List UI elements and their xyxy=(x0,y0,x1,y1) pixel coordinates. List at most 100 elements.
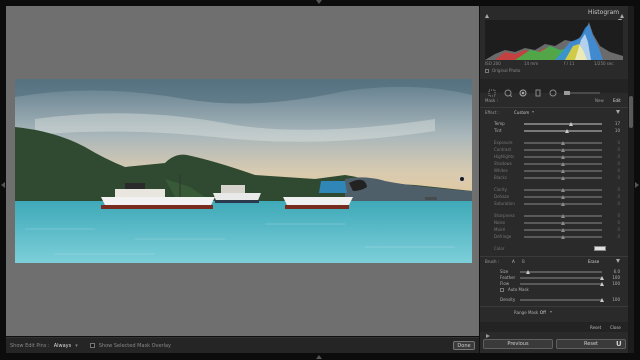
slider-knob[interactable] xyxy=(568,122,573,126)
panel-close-button[interactable]: Close xyxy=(610,325,621,330)
show-edit-pins-select[interactable]: Always xyxy=(54,343,72,349)
slider-knob[interactable] xyxy=(561,221,565,225)
panel-footer xyxy=(480,322,628,332)
slider-knob[interactable] xyxy=(561,188,565,192)
slider-label: Moiré xyxy=(494,227,506,232)
range-mask-label: Range Mask : xyxy=(514,310,541,315)
bottom-panel-toggle[interactable] xyxy=(0,353,640,360)
right-panel-toggle[interactable] xyxy=(634,6,640,353)
slider-knob[interactable] xyxy=(561,169,565,173)
slider-label: Noise xyxy=(494,220,506,225)
boats-bay-photo xyxy=(15,79,472,263)
spot-removal-icon[interactable] xyxy=(504,82,513,98)
pin-toggle-icon[interactable] xyxy=(485,324,491,338)
image-canvas[interactable] xyxy=(6,6,479,336)
overlay-label: Show Selected Mask Overlay xyxy=(98,342,172,349)
slider-label: Saturation xyxy=(494,201,515,206)
collapse-brush-icon[interactable] xyxy=(616,259,620,263)
slider-knob[interactable] xyxy=(561,202,565,206)
divider xyxy=(480,306,628,307)
effect-preset-select[interactable]: Custom xyxy=(514,110,529,115)
brush-slider-knob[interactable] xyxy=(600,276,604,280)
slider-knob[interactable] xyxy=(561,141,565,145)
slider-knob[interactable] xyxy=(564,129,569,133)
pin-cursor-icon[interactable] xyxy=(459,176,465,182)
auto-mask-checkbox[interactable] xyxy=(500,288,504,292)
color-swatch[interactable] xyxy=(594,246,606,251)
slider-value[interactable]: 0 xyxy=(617,161,620,166)
slider-knob[interactable] xyxy=(561,195,565,199)
brush-slider-value[interactable]: 100 xyxy=(612,281,620,286)
mask-new-button[interactable]: New xyxy=(595,98,604,103)
chevron-down-icon: ▾ xyxy=(75,342,78,349)
slider-label: Dehaze xyxy=(494,194,510,199)
slider-value[interactable]: 0 xyxy=(617,168,620,173)
clipping-shadows-icon[interactable] xyxy=(485,14,489,18)
slider-value[interactable]: 0 xyxy=(617,147,620,152)
loupe-toolbar: Show Edit Pins : Always ▾ Show Selected … xyxy=(6,337,479,353)
previous-button[interactable]: Previous xyxy=(483,339,553,349)
slider-track[interactable] xyxy=(524,130,602,132)
slider-label: Exposure xyxy=(494,140,513,145)
panel-reset-button[interactable]: Reset xyxy=(590,325,601,330)
brush-slider-track[interactable] xyxy=(520,271,602,273)
overlay-checkbox[interactable] xyxy=(89,343,95,348)
slider-knob[interactable] xyxy=(561,155,565,159)
slider-knob[interactable] xyxy=(561,176,565,180)
slider-value[interactable]: 0 xyxy=(617,194,620,199)
slider-value[interactable]: 0 xyxy=(617,201,620,206)
brush-slider-value[interactable]: 100 xyxy=(612,275,620,280)
expand-bottom-icon xyxy=(316,355,322,359)
slider-knob[interactable] xyxy=(561,214,565,218)
slider-value[interactable]: 17 xyxy=(615,121,620,126)
slider-value[interactable]: 0 xyxy=(617,227,620,232)
effect-label: Effect : xyxy=(485,110,500,115)
done-button[interactable]: Done xyxy=(453,341,475,350)
slider-value[interactable]: 0 xyxy=(617,220,620,225)
slider-knob[interactable] xyxy=(561,148,565,152)
panel-scrollbar[interactable] xyxy=(628,6,634,353)
brush-erase-button[interactable]: Erase xyxy=(588,259,599,264)
histogram-shutter: 1/250 sec xyxy=(594,61,614,66)
color-label: Color xyxy=(494,246,505,251)
brush-slider-knob[interactable] xyxy=(600,282,604,286)
slider-knob[interactable] xyxy=(561,235,565,239)
brush-slider-track[interactable] xyxy=(520,277,602,279)
slider-knob[interactable] xyxy=(561,228,565,232)
red-eye-icon[interactable] xyxy=(519,82,527,97)
photo-preview[interactable] xyxy=(15,79,472,263)
brush-slider-knob[interactable] xyxy=(526,270,531,274)
slider-track[interactable] xyxy=(524,123,602,125)
panel-scrollbar-thumb[interactable] xyxy=(629,96,633,128)
mask-label: Mask : xyxy=(485,98,498,103)
original-photo-checkbox[interactable] xyxy=(485,69,489,73)
slider-value[interactable]: 0 xyxy=(617,213,620,218)
chevron-down-icon: ▾ xyxy=(550,309,553,314)
brush-slider-track[interactable] xyxy=(520,283,602,285)
slider-value[interactable]: 0 xyxy=(617,187,620,192)
brush-slider-value[interactable]: 6.0 xyxy=(614,269,620,274)
slider-value[interactable]: 10 xyxy=(615,128,620,133)
graduated-filter-icon[interactable] xyxy=(534,82,542,97)
brush-a-button[interactable]: A xyxy=(512,259,515,264)
slider-value[interactable]: 0 xyxy=(617,234,620,239)
slider-value[interactable]: 0 xyxy=(617,175,620,180)
density-value[interactable]: 100 xyxy=(612,297,620,302)
slider-knob[interactable] xyxy=(561,162,565,166)
brush-slider-label: Flow xyxy=(500,281,510,286)
collapse-triangle-icon[interactable] xyxy=(617,9,623,23)
original-photo-label: Original Photo xyxy=(492,68,521,73)
density-knob[interactable] xyxy=(600,298,604,302)
slider-value[interactable]: 0 xyxy=(617,154,620,159)
brush-b-button[interactable]: B xyxy=(522,259,525,264)
histogram-graph[interactable] xyxy=(485,20,623,60)
range-mask-select[interactable]: Off xyxy=(540,310,546,315)
density-track[interactable] xyxy=(520,299,602,301)
collapse-effect-icon[interactable] xyxy=(616,110,620,114)
crop-tool-icon[interactable] xyxy=(488,82,496,97)
adjustment-brush-icon[interactable] xyxy=(564,82,600,95)
radial-filter-icon[interactable] xyxy=(549,82,557,97)
mask-edit-button[interactable]: Edit xyxy=(613,98,621,103)
slider-label: Temp xyxy=(494,121,505,126)
slider-value[interactable]: 0 xyxy=(617,140,620,145)
